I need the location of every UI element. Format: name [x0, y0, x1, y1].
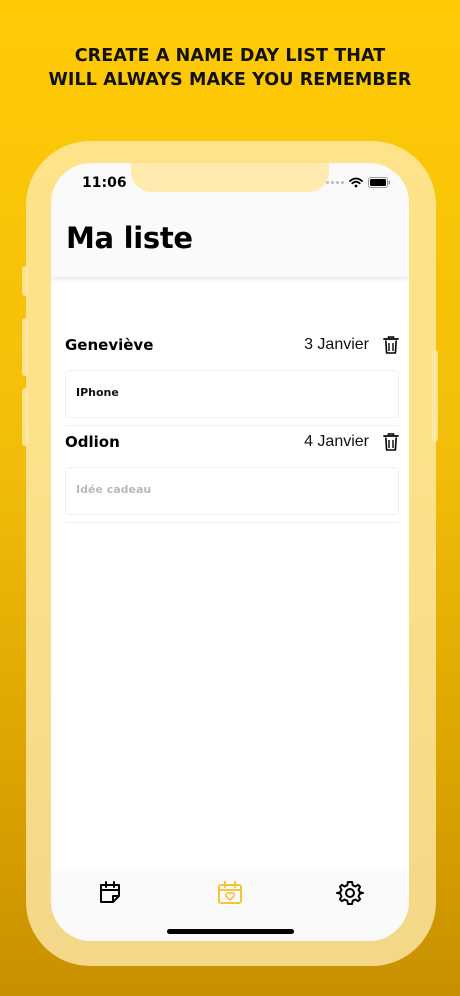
list-separator — [65, 522, 399, 523]
home-indicator — [167, 929, 294, 934]
trash-icon[interactable] — [383, 336, 399, 354]
calendar-note-icon[interactable] — [97, 879, 125, 907]
status-icons — [326, 177, 391, 188]
list-item: Odlion 4 Janvier Idée cadeau — [65, 433, 399, 515]
entry-header: Geneviève 3 Janvier — [65, 336, 399, 360]
headline-line-2: WILL ALWAYS MAKE YOU REMEMBER — [48, 70, 412, 90]
wifi-icon — [349, 177, 363, 188]
headline-line-1: CREATE A NAME DAY LIST THAT — [74, 46, 386, 66]
list-item: Geneviève 3 Janvier IPhone — [65, 336, 399, 418]
phone-power-button — [432, 350, 438, 442]
entry-name: Odlion — [65, 433, 120, 451]
gift-idea-value: IPhone — [76, 386, 119, 399]
phone-screen: Ma liste 11:06 Geneviève 3 Janvier IPhon… — [51, 163, 409, 941]
status-time: 11:06 — [82, 175, 127, 191]
battery-icon — [368, 177, 390, 188]
signal-dots-icon — [326, 181, 344, 184]
marketing-headline: CREATE A NAME DAY LIST THAT WILL ALWAYS … — [0, 44, 460, 92]
trash-icon[interactable] — [383, 433, 399, 451]
gift-idea-input[interactable]: IPhone — [65, 370, 399, 418]
entry-date: 3 Janvier — [304, 336, 369, 353]
entry-header: Odlion 4 Janvier — [65, 433, 399, 457]
gear-icon[interactable] — [336, 879, 364, 907]
page-title: Ma liste — [66, 221, 193, 255]
gift-idea-placeholder: Idée cadeau — [76, 483, 152, 496]
phone-volume-up — [22, 318, 28, 376]
entry-name: Geneviève — [65, 336, 154, 354]
entry-date: 4 Janvier — [304, 433, 369, 450]
calendar-heart-icon[interactable] — [216, 879, 244, 907]
phone-volume-down — [22, 388, 28, 446]
phone-mute-switch — [22, 266, 28, 296]
list-separator — [65, 425, 399, 426]
tab-bar — [51, 871, 409, 941]
gift-idea-input[interactable]: Idée cadeau — [65, 467, 399, 515]
status-bar: 11:06 — [51, 163, 409, 203]
